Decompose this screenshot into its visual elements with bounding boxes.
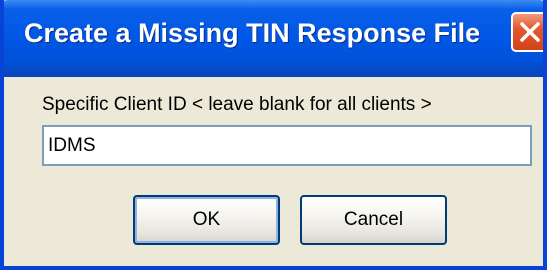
ok-button[interactable]: OK <box>133 195 280 245</box>
cancel-button[interactable]: Cancel <box>300 195 447 245</box>
title-bar[interactable]: Create a Missing TIN Response File <box>4 0 543 77</box>
close-icon <box>520 22 540 42</box>
window-title: Create a Missing TIN Response File <box>24 18 481 48</box>
dialog-window: Create a Missing TIN Response File Speci… <box>0 0 547 270</box>
client-id-label: Specific Client ID < leave blank for all… <box>42 94 432 115</box>
client-id-input[interactable] <box>42 125 532 166</box>
close-button[interactable] <box>511 12 543 52</box>
